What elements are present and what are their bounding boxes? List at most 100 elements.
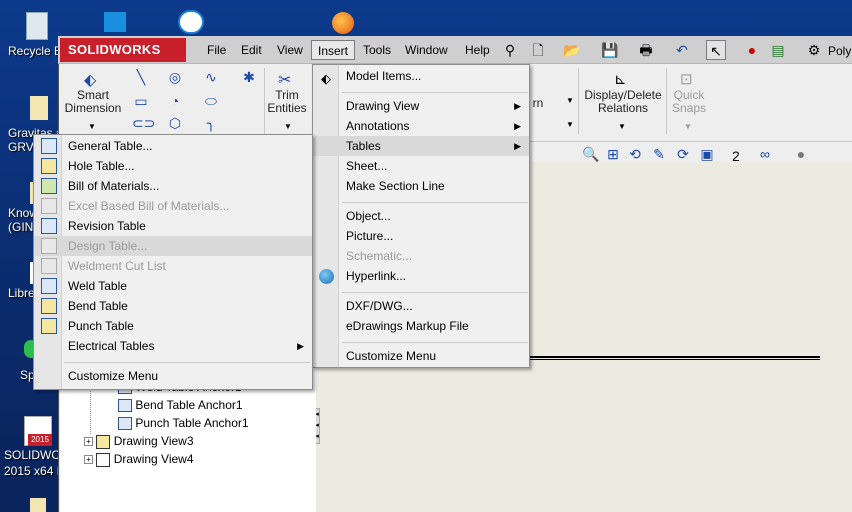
menu-hole-table[interactable]: Hole Table... (34, 156, 312, 176)
menu-window[interactable]: Window (399, 40, 454, 60)
arc-icon[interactable]: ◔ (166, 92, 184, 110)
menu-hyperlink[interactable]: Hyperlink... (313, 266, 529, 286)
previous-view-icon[interactable]: ⟲ (626, 145, 644, 163)
taskbar-icon-teamviewer[interactable] (178, 10, 204, 34)
menu-view[interactable]: View (271, 40, 309, 60)
menu-insert[interactable]: Insert (311, 40, 356, 60)
display-style-icon[interactable]: ▣ (698, 145, 716, 163)
traffic-light-icon[interactable]: ● (742, 40, 762, 60)
tree-item-punch-table-anchor[interactable]: Punch Table Anchor1 (118, 416, 249, 431)
menu-sheet[interactable]: Sheet... (313, 156, 529, 176)
menu-customize[interactable]: Customize Menu (313, 346, 529, 366)
desktop-label-solidworks-version[interactable]: 2015 x64 E (4, 464, 65, 478)
solidworks-logo[interactable]: SOLIDWORKS (60, 38, 186, 62)
menu-dxf-dwg[interactable]: DXF/DWG... (313, 296, 529, 316)
options-gear-icon[interactable]: ⚙ (804, 40, 824, 60)
zoom-to-fit-icon[interactable]: 🔍 (582, 145, 600, 163)
recycle-bin-icon[interactable] (26, 12, 48, 40)
slot-icon[interactable]: ⊂⊃ (132, 114, 155, 132)
menu-weld-table[interactable]: Weld Table (34, 276, 312, 296)
menu-bend-table[interactable]: Bend Table (34, 296, 312, 316)
file-icon[interactable] (30, 498, 46, 512)
spline-icon[interactable]: ∿ (202, 68, 220, 86)
menu-bill-of-materials[interactable]: Bill of Materials... (34, 176, 312, 196)
display-relations-label-2[interactable]: Relations (582, 101, 664, 115)
menu-tools[interactable]: Tools (357, 40, 397, 60)
rotate-icon[interactable]: ⟳ (674, 145, 692, 163)
desktop-label-gin[interactable]: (GIN (8, 220, 33, 234)
expand-toggle[interactable]: + (84, 455, 93, 465)
smart-dimension-label-1[interactable]: Smart (64, 88, 122, 102)
desktop-label-grv[interactable]: GRV (8, 140, 34, 154)
menu-design-table[interactable]: Design Table... (34, 236, 312, 256)
fillet-icon[interactable]: ╮ (202, 114, 220, 132)
smart-dimension-label-2[interactable]: Dimension (64, 101, 122, 115)
quick-snaps-icon[interactable]: ⊡ (680, 70, 698, 88)
taskbar-icon-windows[interactable] (104, 12, 126, 32)
tree-item-bend-table-anchor[interactable]: Bend Table Anchor1 (118, 398, 243, 413)
menu-weldment-cut-list[interactable]: Weldment Cut List (34, 256, 312, 276)
ribbon-dropdown-icon-2[interactable]: ▼ (566, 120, 574, 129)
menu-label: Tables (346, 139, 381, 153)
trim-entities-icon[interactable]: ✂ (278, 70, 296, 89)
menu-model-items[interactable]: ⬖ Model Items... (313, 66, 529, 86)
menu-punch-table[interactable]: Punch Table (34, 316, 312, 336)
menu-edit[interactable]: Edit (235, 40, 268, 60)
expand-toggle[interactable]: + (84, 437, 93, 447)
desktop-label-libre[interactable]: Libre (8, 286, 35, 300)
display-relations-icon[interactable]: ⊾ (614, 70, 632, 88)
undo-icon[interactable]: ↶ (672, 40, 692, 60)
desktop-label-recycle[interactable]: Recycle B (8, 44, 62, 58)
select-pointer-icon[interactable]: ↖ (706, 40, 726, 60)
tree-item-drawing-view4[interactable]: + Drawing View4 (84, 452, 194, 467)
menu-tables[interactable]: Tables ▶ (313, 136, 529, 156)
menu-tables-customize[interactable]: Customize Menu (34, 366, 312, 386)
ellipse-icon[interactable]: ⬭ (202, 92, 220, 110)
pin-icon[interactable]: ⚲ (500, 40, 520, 60)
menu-schematic[interactable]: Schematic... (313, 246, 529, 266)
relations-dropdown-arrow-icon[interactable]: ▼ (618, 122, 626, 131)
smart-dimension-icon[interactable]: ⬖ (84, 70, 102, 89)
display-relations-label-1[interactable]: Display/Delete (582, 88, 664, 102)
menu-picture[interactable]: Picture... (313, 226, 529, 246)
menu-revision-table[interactable]: Revision Table (34, 216, 312, 236)
trim-dropdown-arrow-icon[interactable]: ▼ (284, 122, 292, 131)
menu-excel-bom[interactable]: Excel Based Bill of Materials... (34, 196, 312, 216)
quick-snaps-label-2[interactable]: Snaps (668, 101, 710, 115)
tree-item-drawing-view3[interactable]: + Drawing View3 (84, 434, 194, 449)
menu-help[interactable]: Help (459, 40, 496, 60)
gravitas-icon[interactable] (30, 96, 48, 120)
snaps-dropdown-arrow-icon[interactable]: ▼ (684, 122, 692, 131)
bom-icon (41, 178, 57, 194)
taskbar-icon-firefox[interactable] (332, 12, 354, 34)
menu-object[interactable]: Object... (313, 206, 529, 226)
menu-make-section-line[interactable]: Make Section Line (313, 176, 529, 196)
dropdown-arrow-icon[interactable]: ▼ (88, 122, 96, 131)
line-icon[interactable]: ╲ (132, 68, 150, 86)
save-icon[interactable]: 💾 (600, 40, 620, 60)
new-document-icon[interactable]: 🗋 (528, 40, 548, 60)
menu-edrawings-markup[interactable]: eDrawings Markup File (313, 316, 529, 336)
point-icon[interactable]: ✱ (240, 68, 258, 86)
ribbon-dropdown-icon[interactable]: ▼ (566, 96, 574, 105)
circle-icon[interactable]: ◎ (166, 68, 184, 86)
zoom-to-area-icon[interactable]: ⊞ (604, 145, 622, 163)
section-view-icon[interactable]: ✎ (650, 145, 668, 163)
quick-snaps-label-1[interactable]: Quick (668, 88, 710, 102)
appearance-icon[interactable]: ● (792, 145, 810, 163)
menu-electrical-tables[interactable]: Electrical Tables ▶ (34, 336, 312, 356)
open-folder-icon[interactable]: 📂 (562, 40, 582, 60)
rectangle-icon[interactable]: ▭ (132, 92, 150, 110)
ribbon-separator-3 (666, 68, 667, 134)
menu-file[interactable]: File (201, 40, 232, 60)
trim-entities-label-1[interactable]: Trim (262, 88, 312, 102)
menu-drawing-view[interactable]: Drawing View ▶ (313, 96, 529, 116)
file-properties-icon[interactable]: ▤ (768, 40, 788, 60)
polygon-icon[interactable]: ⬡ (166, 114, 184, 132)
hide-show-icon[interactable]: ∞ (756, 145, 774, 163)
desktop-label-solidworks[interactable]: SOLIDWO (4, 448, 61, 462)
print-icon[interactable]: 🖶 (636, 40, 656, 60)
menu-annotations[interactable]: Annotations ▶ (313, 116, 529, 136)
menu-general-table[interactable]: General Table... (34, 136, 312, 156)
trim-entities-label-2[interactable]: Entities (262, 101, 312, 115)
